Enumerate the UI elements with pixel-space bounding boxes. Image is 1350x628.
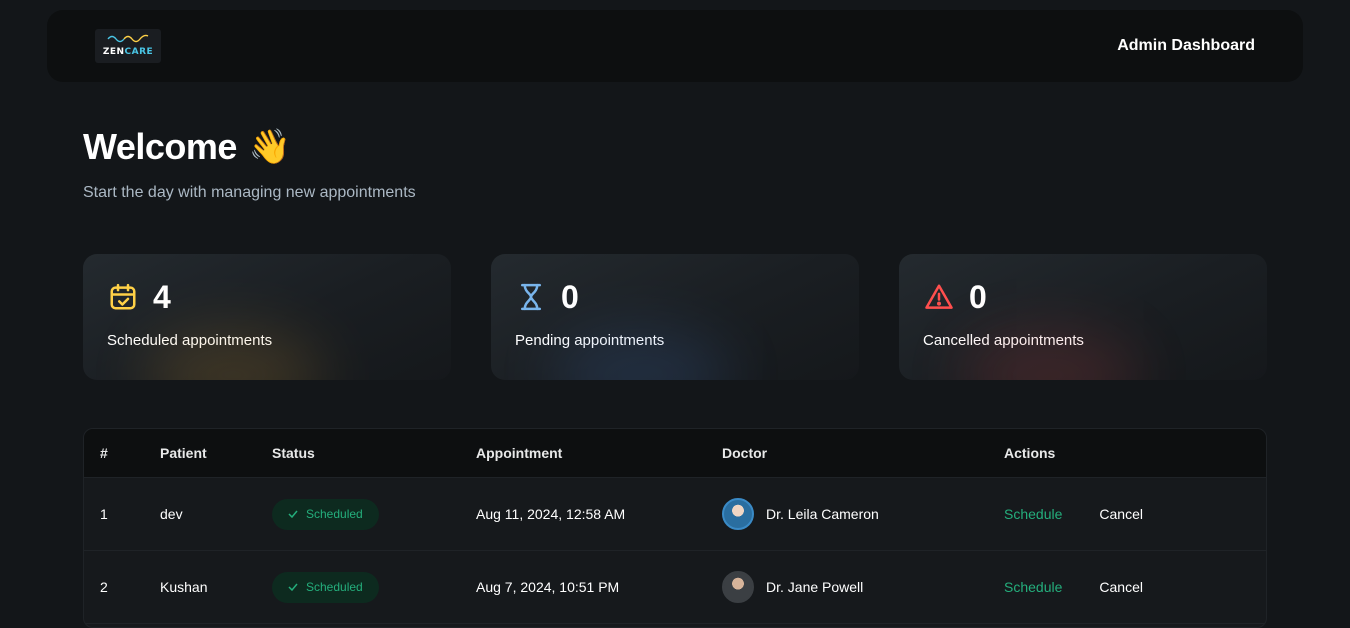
welcome-heading: Welcome 👋 xyxy=(83,126,291,168)
appointment-date: Aug 7, 2024, 10:51 PM xyxy=(476,579,620,595)
stat-card-cancelled: 0 Cancelled appointments xyxy=(899,254,1267,380)
status-text: Scheduled xyxy=(306,507,363,521)
col-header-actions: Actions xyxy=(1004,445,1056,461)
check-icon xyxy=(288,583,298,591)
schedule-button[interactable]: Schedule xyxy=(1004,579,1062,595)
col-header-appointment: Appointment xyxy=(476,445,563,461)
row-number: 2 xyxy=(100,579,108,595)
alert-triangle-icon xyxy=(923,281,955,313)
patient-name: Kushan xyxy=(160,579,208,595)
stat-value-cancelled: 0 xyxy=(969,278,987,315)
status-badge: Scheduled xyxy=(272,498,379,530)
cancel-button[interactable]: Cancel xyxy=(1099,506,1143,522)
appointment-date: Aug 11, 2024, 12:58 AM xyxy=(476,506,626,522)
schedule-button[interactable]: Schedule xyxy=(1004,506,1062,522)
logo-text: ZENCARE xyxy=(102,47,154,57)
wave-logo-icon xyxy=(107,34,149,43)
waving-hand-icon: 👋 xyxy=(248,128,292,166)
doctor-avatar xyxy=(722,571,754,603)
col-header-status: Status xyxy=(272,445,315,461)
hourglass-icon xyxy=(515,281,547,313)
stat-value-pending: 0 xyxy=(561,278,579,315)
table-header: # Patient Status Appointment Doctor Acti… xyxy=(84,429,1266,478)
stat-card-scheduled: 4 Scheduled appointments xyxy=(83,254,451,380)
col-header-patient: Patient xyxy=(160,445,207,461)
stat-label-pending: Pending appointments xyxy=(515,332,665,349)
zencare-logo[interactable]: ZENCARE xyxy=(95,29,161,63)
page-title: Welcome xyxy=(83,126,237,167)
calendar-check-icon xyxy=(107,281,139,313)
cancel-button[interactable]: Cancel xyxy=(1099,579,1143,595)
stat-value-scheduled: 4 xyxy=(153,278,171,315)
status-text: Scheduled xyxy=(306,580,363,594)
check-icon xyxy=(288,510,298,518)
table-row: 2 Kushan Scheduled Aug 7, 2024, 10:51 PM… xyxy=(84,551,1266,624)
status-badge: Scheduled xyxy=(272,571,379,603)
doctor-name: Dr. Leila Cameron xyxy=(766,506,879,522)
table-row: 1 dev Scheduled Aug 11, 2024, 12:58 AM D… xyxy=(84,478,1266,551)
col-header-number: # xyxy=(100,445,108,461)
row-number: 1 xyxy=(100,506,108,522)
welcome-subtitle: Start the day with managing new appointm… xyxy=(83,184,416,201)
top-header: ZENCARE Admin Dashboard xyxy=(47,10,1303,82)
appointments-table: # Patient Status Appointment Doctor Acti… xyxy=(83,428,1267,628)
doctor-name: Dr. Jane Powell xyxy=(766,579,864,595)
patient-name: dev xyxy=(160,506,183,522)
col-header-doctor: Doctor xyxy=(722,445,768,461)
stat-card-pending: 0 Pending appointments xyxy=(491,254,859,380)
stat-label-cancelled: Cancelled appointments xyxy=(923,332,1084,349)
stat-label-scheduled: Scheduled appointments xyxy=(107,332,273,349)
doctor-avatar xyxy=(722,498,754,530)
header-title: Admin Dashboard xyxy=(1117,37,1255,54)
